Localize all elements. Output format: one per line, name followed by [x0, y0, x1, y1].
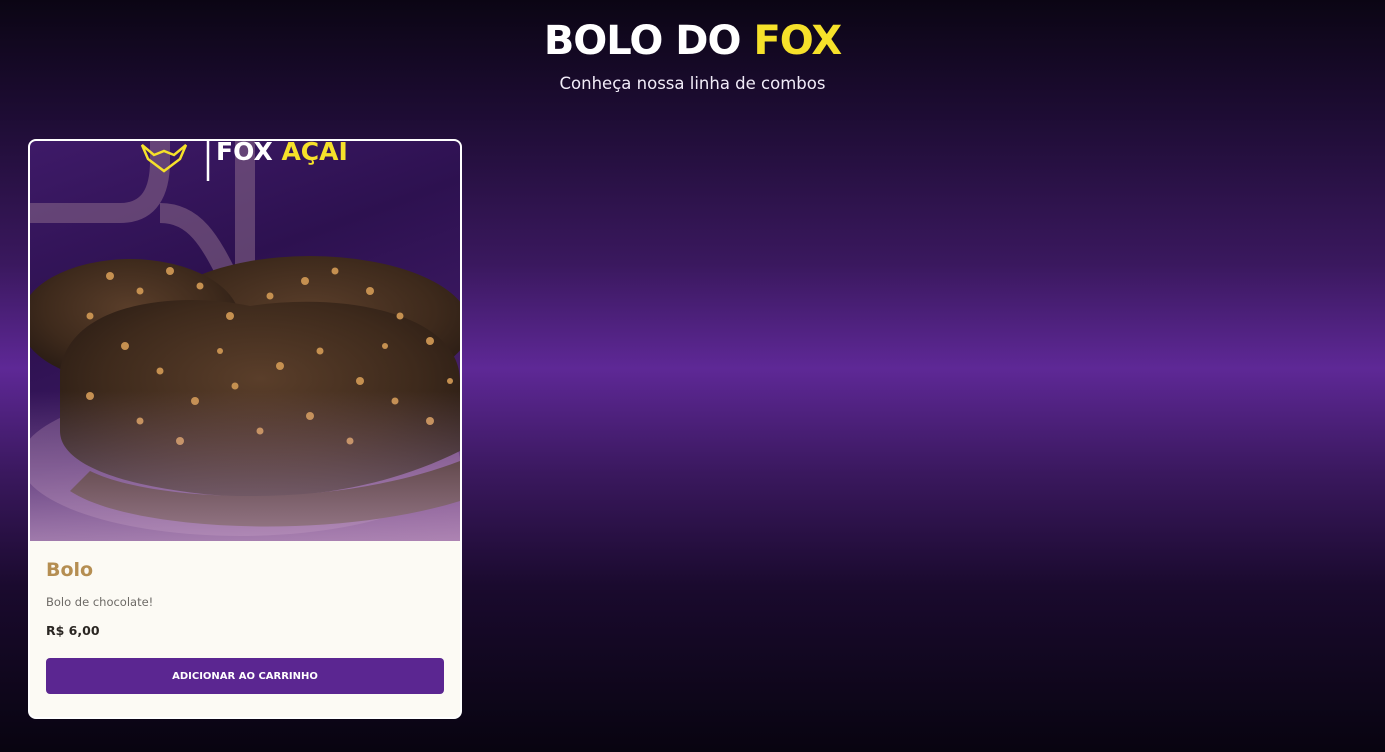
- image-brand-main: FOX: [216, 141, 273, 166]
- product-name: Bolo: [46, 559, 94, 581]
- product-card: FOX AÇAI Bolo Bolo de chocolate! R$ 6,00…: [28, 139, 462, 719]
- add-to-cart-button[interactable]: ADICIONAR AO CARRINHO: [46, 658, 444, 694]
- product-price: R$ 6,00: [46, 623, 100, 638]
- product-card-body: Bolo Bolo de chocolate! R$ 6,00 ADICIONA…: [30, 541, 460, 694]
- product-description: Bolo de chocolate!: [46, 595, 154, 609]
- page-title-accent: FOX: [753, 18, 842, 64]
- product-photo-illustration: FOX AÇAI: [30, 141, 460, 541]
- page-header: BOLO DO FOX Conheça nossa linha de combo…: [0, 18, 1385, 93]
- image-brand-accent: AÇAI: [281, 141, 347, 166]
- page-title-main: BOLO DO: [543, 18, 754, 64]
- product-image: FOX AÇAI: [30, 141, 460, 541]
- page-title: BOLO DO FOX: [0, 18, 1385, 64]
- page-subtitle: Conheça nossa linha de combos: [559, 74, 826, 93]
- image-brand-text: FOX AÇAI: [216, 141, 348, 166]
